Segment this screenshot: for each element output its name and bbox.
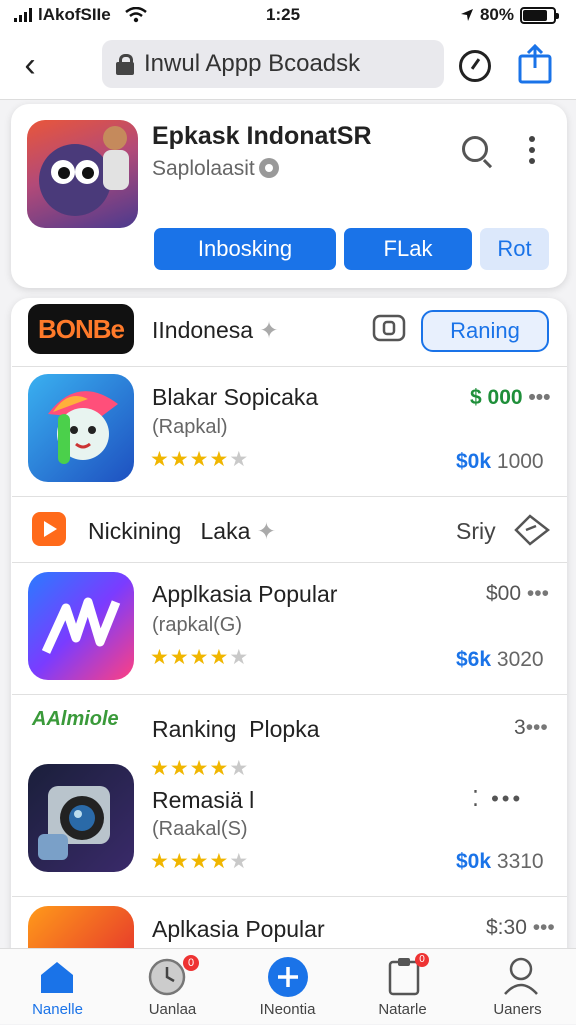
hero-button-primary[interactable]: Inbosking — [154, 228, 336, 270]
tab-label-history: Uanlaa — [148, 1001, 197, 1018]
url-bar[interactable]: Inwul Appp Bcoadsk — [102, 40, 444, 88]
app-icon-1[interactable] — [28, 374, 134, 482]
play-icon — [32, 512, 66, 546]
section3-label: Ranking Plopka — [152, 716, 320, 742]
tab-home[interactable]: Nanelle — [0, 949, 115, 1025]
clock-icon — [148, 958, 186, 996]
section-logo: AAlmiole — [32, 708, 119, 730]
tab-updates[interactable]: 0 Natarle — [345, 949, 460, 1025]
back-chevron-icon[interactable]: ‹ — [0, 48, 60, 82]
lock-icon — [116, 54, 134, 75]
tab-bar: Nanelle 0 Uanlaa INeontia 0 Natarle Uane… — [0, 948, 576, 1024]
app-price-1: $ 000 ••• — [470, 386, 551, 409]
divider — [12, 562, 567, 563]
divider — [12, 366, 567, 367]
app-metric-2: $6k 3020 — [456, 648, 544, 671]
chat-icon[interactable] — [372, 314, 406, 346]
search-icon[interactable] — [462, 136, 488, 162]
app-icon-2[interactable] — [28, 572, 134, 680]
hero-button-tertiary[interactable]: Rot — [480, 228, 549, 270]
divider — [12, 694, 567, 695]
app-price-2: $00 ••• — [486, 582, 549, 605]
app-metric-1: $0k 1000 — [456, 450, 544, 473]
plus-icon — [268, 957, 308, 997]
banner-logo: BONBe — [28, 304, 134, 354]
user-icon — [504, 957, 538, 995]
app-name-3[interactable]: Remasiä l — [152, 787, 254, 814]
app-sub-3: (Raakal(S) — [152, 818, 248, 840]
status-bar: lAkofSIIe 1:25 80% — [0, 0, 576, 30]
app-metric-3: $0k 3310 — [456, 850, 544, 873]
divider — [12, 896, 567, 897]
tab-history[interactable]: 0 Uanlaa — [115, 949, 230, 1025]
carrier-label: lAkofSIIe — [38, 5, 111, 24]
app-name-1[interactable]: Blakar Sopicaka — [152, 384, 318, 411]
location-arrow-icon — [460, 9, 473, 21]
tab-label-updates: Natarle — [378, 1001, 427, 1018]
more-dots-icon[interactable]: ⁚ ••• — [472, 786, 523, 812]
home-icon — [41, 962, 73, 993]
rating-stars-2: ★★★★★ — [150, 646, 250, 669]
badge-history: 0 — [183, 955, 199, 971]
app-price-4: $:30 ••• — [486, 916, 555, 939]
battery-icon — [520, 6, 559, 24]
app-sub-1: (Rapkal) — [152, 416, 228, 438]
section3-right[interactable]: 3••• — [514, 716, 548, 740]
badge-updates: 0 — [415, 953, 429, 967]
featured-app-icon[interactable] — [27, 120, 138, 228]
app-sub-2: (rapkal(G) — [152, 614, 243, 636]
app-icon-3[interactable] — [28, 764, 134, 872]
verified-icon — [258, 158, 279, 178]
tab-label-create: INeontia — [259, 1001, 316, 1018]
hero-button-secondary[interactable]: FLak — [344, 228, 472, 270]
tab-create[interactable]: INeontia — [230, 949, 345, 1025]
tab-label-profile: Uaners — [493, 1001, 542, 1018]
divider — [12, 496, 567, 497]
more-vertical-icon[interactable] — [529, 136, 535, 164]
ranking-button[interactable]: Raning — [421, 310, 549, 352]
rating-stars-3a: ★★★★★ — [150, 757, 250, 780]
app-name-4[interactable]: Aplkasia Popular — [152, 916, 325, 943]
url-text: Inwul Appp Bcoadsk — [144, 50, 361, 77]
tab-label-home: Nanelle — [32, 1001, 83, 1018]
section-label: Nickining Laka ✦ — [88, 518, 277, 544]
app-name-2[interactable]: Applkasia Popular — [152, 581, 337, 608]
battery-percent: 80% — [479, 5, 514, 24]
clock-time: 1:25 — [266, 5, 301, 24]
app-icon-4[interactable] — [28, 906, 134, 948]
signal-icon — [14, 8, 32, 22]
hero-subtitle: Saplolaasit — [152, 157, 279, 181]
banner-label: IIndonesa ✦ — [152, 317, 279, 343]
hero-title: Epkask IndonatSR — [152, 122, 372, 150]
tab-profile[interactable]: Uaners — [460, 949, 575, 1025]
compass-icon[interactable] — [459, 50, 491, 82]
rating-stars-3: ★★★★★ — [150, 850, 250, 873]
browser-toolbar: ‹ Inwul Appp Bcoadsk — [0, 30, 576, 100]
rating-stars-1: ★★★★★ — [150, 448, 250, 471]
send-icon[interactable] — [514, 514, 550, 546]
share-icon[interactable] — [518, 44, 552, 84]
section-right-text[interactable]: Sriy — [456, 518, 496, 545]
wifi-icon — [124, 7, 147, 23]
